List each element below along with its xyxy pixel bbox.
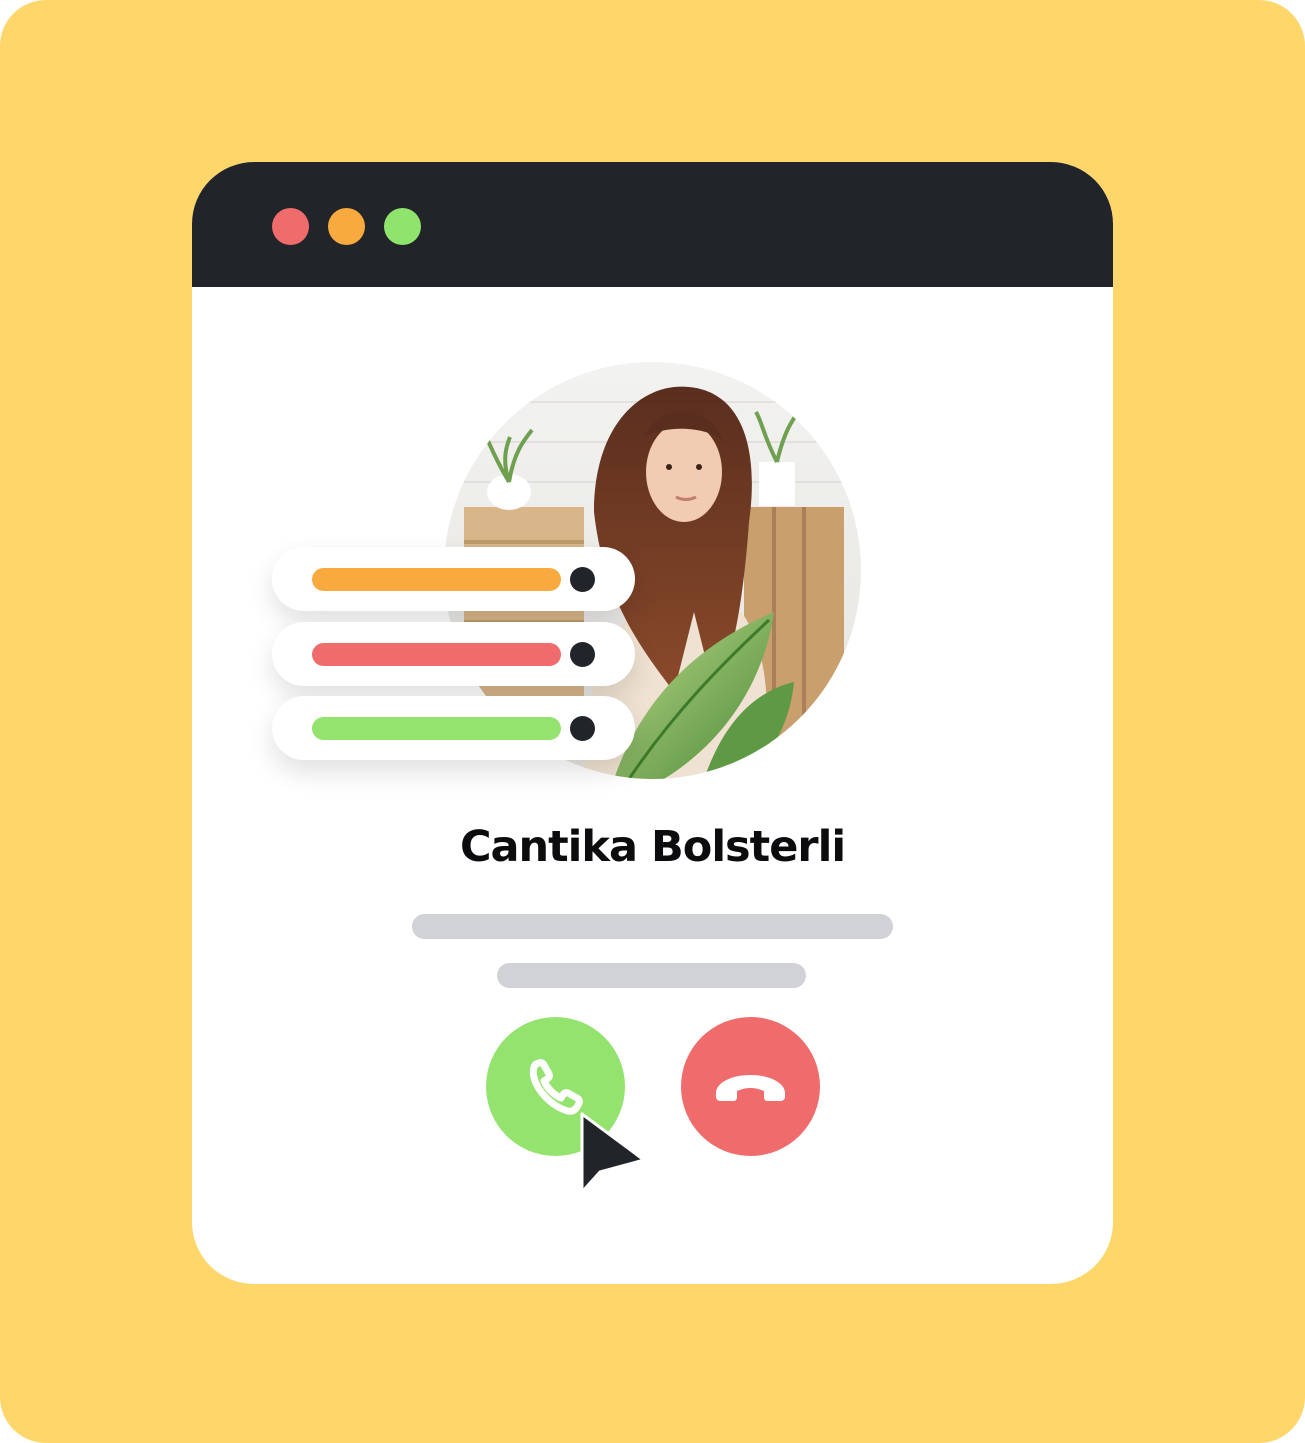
maximize-window-dot[interactable]: [384, 208, 421, 245]
decline-call-button[interactable]: [681, 1017, 820, 1156]
cursor-arrow-icon: [580, 1112, 646, 1194]
status-bar: [312, 717, 561, 740]
status-knob: [570, 567, 595, 592]
close-window-dot[interactable]: [272, 208, 309, 245]
status-pill-1: [272, 547, 635, 611]
minimize-window-dot[interactable]: [328, 208, 365, 245]
status-pill-3: [272, 696, 635, 760]
hang-up-icon: [716, 1075, 785, 1101]
background-canvas: Cantika Bolsterli: [0, 0, 1305, 1443]
window-titlebar: [192, 162, 1113, 287]
status-bar: [312, 568, 561, 591]
status-knob: [570, 642, 595, 667]
status-knob: [570, 716, 595, 741]
placeholder-line-2: [497, 963, 806, 988]
contact-name: Cantika Bolsterli: [459, 822, 846, 872]
status-bar: [312, 643, 561, 666]
status-pill-2: [272, 622, 635, 686]
placeholder-line-1: [412, 914, 893, 939]
app-window: Cantika Bolsterli: [192, 162, 1113, 1284]
